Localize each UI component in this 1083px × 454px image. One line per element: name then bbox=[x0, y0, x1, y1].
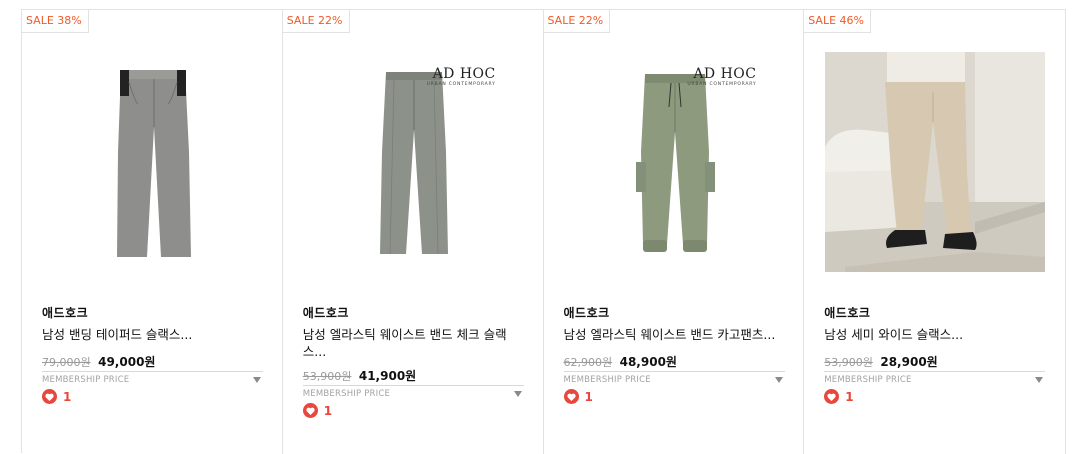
product-image[interactable]: AD HOC URBAN CONTEMPORARY bbox=[564, 52, 785, 272]
product-name[interactable]: 남성 세미 와이드 슬랙스... bbox=[824, 326, 1046, 343]
original-price: 53,900원 bbox=[302, 370, 352, 383]
product-card[interactable]: SALE 22% AD HOC URBAN CONTEMPORARY 애드호크 … bbox=[282, 10, 544, 454]
price-row: 62,900원 48,900원 bbox=[564, 353, 677, 370]
heart-icon[interactable] bbox=[42, 389, 57, 404]
like-area[interactable]: 1 bbox=[563, 389, 593, 404]
like-count: 1 bbox=[63, 389, 72, 404]
like-area[interactable]: 1 bbox=[42, 389, 71, 404]
brand-logo: AD HOC URBAN CONTEMPORARY bbox=[426, 66, 496, 87]
triangle-down-icon[interactable] bbox=[253, 377, 261, 383]
brand-name[interactable]: 애드호크 bbox=[564, 304, 610, 321]
sale-badge: SALE 46% bbox=[804, 10, 871, 33]
original-price: 79,000원 bbox=[42, 356, 91, 369]
product-card[interactable]: SALE 38% 애드호크 남성 밴딩 테이퍼드 슬랙스... 79,000원 … bbox=[22, 10, 283, 454]
sale-price: 28,900원 bbox=[880, 355, 938, 369]
product-name[interactable]: 남성 엘라스틱 웨이스트 밴드 카고팬츠... bbox=[564, 326, 786, 343]
triangle-down-icon[interactable] bbox=[1035, 377, 1044, 383]
brand-name[interactable]: 애드호크 bbox=[42, 304, 88, 321]
product-image[interactable] bbox=[43, 52, 263, 272]
membership-price-label: MEMBERSHIP PRICE bbox=[302, 389, 391, 399]
price-row: 53,900원 41,900원 bbox=[303, 367, 416, 384]
product-name[interactable]: 남성 밴딩 테이퍼드 슬랙스... bbox=[42, 326, 264, 343]
sale-badge: SALE 22% bbox=[543, 10, 611, 33]
like-area[interactable]: 1 bbox=[824, 389, 854, 404]
sale-badge: SALE 22% bbox=[282, 10, 350, 33]
divider bbox=[563, 371, 785, 372]
sale-price: 48,900원 bbox=[619, 355, 677, 369]
original-price: 53,900원 bbox=[824, 356, 873, 369]
triangle-down-icon[interactable] bbox=[774, 377, 783, 383]
divider bbox=[42, 371, 263, 372]
like-count: 1 bbox=[845, 389, 854, 404]
sale-badge: SALE 38% bbox=[22, 10, 89, 33]
sale-price: 41,900원 bbox=[358, 369, 417, 383]
like-area[interactable]: 1 bbox=[302, 403, 333, 418]
heart-icon[interactable] bbox=[302, 403, 318, 418]
membership-price-label: MEMBERSHIP PRICE bbox=[42, 375, 130, 385]
product-name[interactable]: 남성 엘라스틱 웨이스트 밴드 체크 슬랙스... bbox=[303, 326, 525, 360]
membership-price-label: MEMBERSHIP PRICE bbox=[563, 375, 651, 385]
like-count: 1 bbox=[323, 403, 333, 418]
product-image[interactable] bbox=[825, 52, 1046, 272]
product-card[interactable]: SALE 22% AD HOC URBAN CONTEMPORARY 애드호크 … bbox=[543, 10, 805, 454]
triangle-down-icon[interactable] bbox=[513, 391, 522, 397]
brand-name[interactable]: 애드호크 bbox=[303, 304, 349, 321]
brand-logo: AD HOC URBAN CONTEMPORARY bbox=[687, 66, 757, 87]
original-price: 62,900원 bbox=[563, 356, 613, 369]
sale-price: 49,000원 bbox=[98, 355, 156, 369]
product-image[interactable]: AD HOC URBAN CONTEMPORARY bbox=[303, 52, 524, 272]
product-card[interactable]: SALE 46% 애드호크 남성 세미 와이드 슬랙스... 53,900원 2… bbox=[804, 10, 1066, 454]
divider bbox=[824, 371, 1046, 372]
heart-icon[interactable] bbox=[563, 389, 579, 404]
membership-price-label: MEMBERSHIP PRICE bbox=[824, 375, 912, 385]
like-count: 1 bbox=[584, 389, 593, 404]
divider bbox=[302, 385, 524, 386]
price-row: 53,900원 28,900원 bbox=[824, 353, 937, 370]
price-row: 79,000원 49,000원 bbox=[42, 353, 155, 370]
product-grid: SALE 38% 애드호크 남성 밴딩 테이퍼드 슬랙스... 79,000원 … bbox=[21, 9, 1066, 454]
brand-name[interactable]: 애드호크 bbox=[824, 304, 870, 321]
heart-icon[interactable] bbox=[824, 389, 840, 404]
